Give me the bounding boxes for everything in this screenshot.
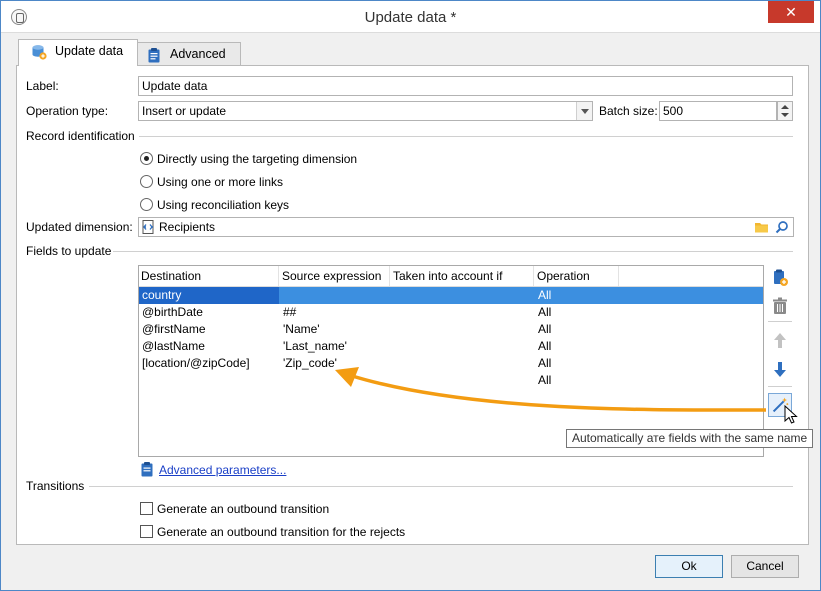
updated-dimension-field[interactable]: Recipients: [138, 217, 794, 237]
operation-type-value: Insert or update: [142, 104, 227, 118]
column-header-condition[interactable]: Taken into account if: [391, 266, 534, 286]
radio-links[interactable]: [140, 175, 153, 188]
table-row[interactable]: @firstName 'Name' All: [139, 321, 763, 338]
table-row[interactable]: @lastName 'Last_name' All: [139, 338, 763, 355]
section-divider: [139, 136, 793, 137]
checkbox-label: Generate an outbound transition for the …: [157, 525, 406, 539]
clipboard-icon: [141, 462, 153, 477]
cell-source[interactable]: 'Name': [280, 321, 390, 338]
annotation-arrow: [335, 367, 767, 412]
cell-operation[interactable]: All: [535, 304, 619, 321]
section-divider: [113, 251, 793, 252]
chevron-down-icon[interactable]: [576, 102, 592, 120]
spin-up-icon[interactable]: [781, 105, 789, 109]
search-icon[interactable]: [775, 220, 789, 234]
cell-operation[interactable]: All: [535, 287, 619, 304]
section-divider: [89, 486, 793, 487]
cancel-button[interactable]: Cancel: [731, 555, 799, 578]
tab-update-data[interactable]: Update data: [18, 39, 139, 66]
fields-to-update-heading: Fields to update: [26, 244, 115, 258]
radio-label: Using one or more links: [157, 175, 284, 189]
label-input[interactable]: Update data: [138, 76, 793, 96]
close-button[interactable]: ✕: [768, 1, 814, 23]
database-update-icon: [32, 45, 47, 60]
updated-dimension-caption: Updated dimension:: [26, 220, 133, 234]
folder-icon[interactable]: [754, 220, 769, 234]
spin-down-icon[interactable]: [781, 113, 789, 117]
cell-destination[interactable]: [location/@zipCode]: [139, 355, 279, 372]
clipboard-icon: [148, 48, 160, 63]
outbound-transition-checkbox[interactable]: [140, 502, 153, 515]
checkbox-label: Generate an outbound transition: [157, 502, 330, 516]
toolbar-separator: [768, 386, 792, 387]
operation-type-caption: Operation type:: [26, 104, 109, 118]
ok-button[interactable]: Ok: [655, 555, 723, 578]
dialog-window: Update data * ✕ Update data Advanced Lab…: [0, 0, 821, 591]
radio-label: Using reconciliation keys: [157, 198, 290, 212]
cell-destination[interactable]: country: [139, 287, 279, 304]
cell-source[interactable]: 'Last_name': [280, 338, 390, 355]
trash-icon[interactable]: [768, 294, 792, 318]
schema-link-icon: [142, 220, 154, 234]
reject-transition-checkbox[interactable]: [140, 525, 153, 538]
batch-size-input[interactable]: 500: [659, 101, 777, 121]
add-field-icon[interactable]: [768, 266, 792, 290]
label-caption: Label:: [26, 79, 59, 93]
arrow-down-icon[interactable]: [768, 357, 792, 381]
cell-destination[interactable]: @lastName: [139, 338, 279, 355]
cell-destination[interactable]: @firstName: [139, 321, 279, 338]
cell-operation[interactable]: All: [535, 321, 619, 338]
operation-type-select[interactable]: Insert or update: [138, 101, 593, 121]
column-header-destination[interactable]: Destination: [139, 266, 279, 286]
record-identification-heading: Record identification: [26, 129, 138, 143]
table-row[interactable]: country All: [139, 287, 763, 304]
radio-reconciliation-keys[interactable]: [140, 198, 153, 211]
updated-dimension-value: Recipients: [159, 220, 216, 234]
advanced-parameters-link[interactable]: Advanced parameters...: [159, 463, 286, 477]
batch-size-caption: Batch size:: [599, 104, 658, 118]
cell-operation[interactable]: All: [535, 338, 619, 355]
radio-targeting-dimension[interactable]: [140, 152, 153, 165]
tab-advanced[interactable]: Advanced: [133, 42, 241, 66]
table-row[interactable]: @birthDate ## All: [139, 304, 763, 321]
transitions-heading: Transitions: [26, 479, 88, 493]
toolbar-separator: [768, 321, 792, 322]
column-header-source[interactable]: Source expression: [280, 266, 390, 286]
grid-header: Destination Source expression Taken into…: [139, 266, 763, 287]
mouse-cursor-icon: [784, 405, 798, 424]
cell-destination[interactable]: @birthDate: [139, 304, 279, 321]
tab-label: Update data: [55, 44, 124, 58]
batch-size-stepper[interactable]: [777, 101, 793, 121]
radio-label: Directly using the targeting dimension: [157, 152, 358, 166]
title-bar: Update data * ✕: [1, 1, 820, 33]
arrow-up-icon[interactable]: [768, 329, 792, 353]
window-title: Update data *: [364, 9, 457, 26]
column-header-operation[interactable]: Operation: [535, 266, 619, 286]
tooltip: Automatically ате fields with the same n…: [566, 429, 814, 448]
cell-source[interactable]: ##: [280, 304, 390, 321]
tab-label: Advanced: [170, 47, 226, 61]
